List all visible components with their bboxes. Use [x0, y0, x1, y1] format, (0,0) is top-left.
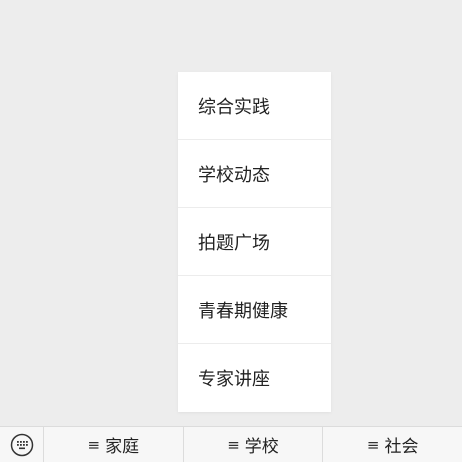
menu-icon: ≡: [366, 435, 380, 454]
menu-tab-society[interactable]: ≡ 社会: [322, 427, 462, 462]
keyboard-toggle-button[interactable]: [0, 427, 44, 462]
keyboard-icon: [10, 433, 33, 456]
submenu-item-label: 专家讲座: [198, 369, 270, 390]
submenu-item-photo-question-square[interactable]: 拍题广场: [178, 208, 331, 276]
submenu-item-label: 综合实践: [198, 96, 270, 118]
submenu-item-expert-lectures[interactable]: 专家讲座: [178, 344, 331, 412]
submenu-item-adolescent-health[interactable]: 青春期健康: [178, 276, 331, 344]
bottom-menu-bar: ≡ 家庭 ≡ 学校 ≡ 社会: [0, 426, 462, 462]
menu-tab-label: 家庭: [105, 437, 140, 457]
submenu-item-comprehensive-practice[interactable]: 综合实践: [178, 72, 331, 140]
menu-tab-label: 学校: [244, 437, 279, 457]
menu-tab-family[interactable]: ≡ 家庭: [44, 427, 183, 462]
submenu-item-label: 拍题广场: [198, 232, 270, 254]
submenu-item-label: 学校动态: [198, 164, 270, 186]
menu-icon: ≡: [227, 435, 240, 454]
menu-tab-label: 社会: [384, 437, 419, 457]
menu-tab-school[interactable]: ≡ 学校: [182, 427, 323, 462]
submenu-popup: 综合实践 学校动态 拍题广场 青春期健康 专家讲座: [178, 72, 331, 412]
menu-icon: ≡: [87, 435, 101, 454]
submenu-item-label: 青春期健康: [198, 300, 288, 322]
submenu-item-school-news[interactable]: 学校动态: [178, 140, 331, 208]
